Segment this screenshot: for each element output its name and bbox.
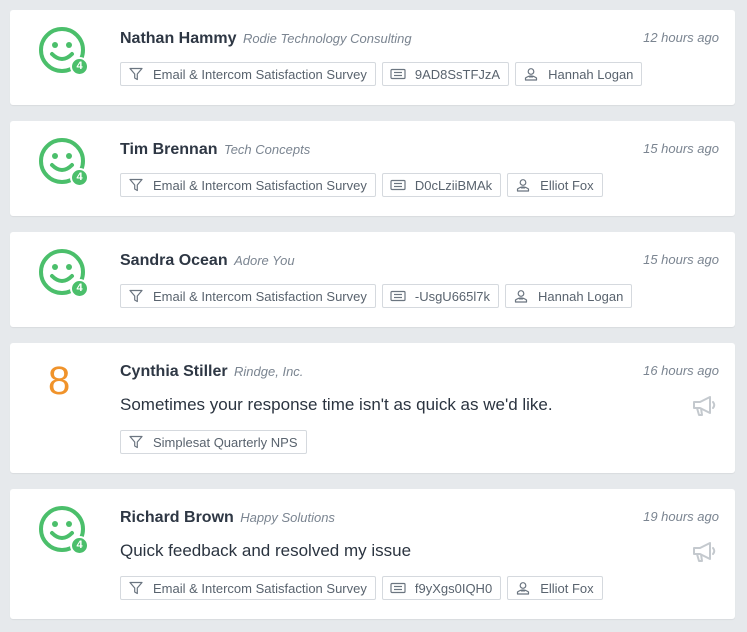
agent-name: Hannah Logan <box>538 288 624 304</box>
timestamp: 19 hours ago <box>643 509 719 524</box>
comment-text: Quick feedback and resolved my issue <box>120 541 412 560</box>
customer-name[interactable]: Sandra Ocean <box>120 252 228 269</box>
ticket-tag[interactable]: f9yXgs0IQH0 <box>381 576 502 600</box>
tag-list: Simplesat Quarterly NPS <box>120 430 307 454</box>
timestamp: 12 hours ago <box>643 30 719 45</box>
ticket-id: 9AD8SsTFJzA <box>414 66 501 82</box>
survey-tag[interactable]: Simplesat Quarterly NPS <box>120 430 307 454</box>
rating: 4 <box>38 137 92 191</box>
survey-name: Email & Intercom Satisfaction Survey <box>153 66 367 82</box>
rating-badge: 4 <box>70 279 89 298</box>
agent-tag[interactable]: Elliot Fox <box>507 576 603 600</box>
survey-tag[interactable]: Email & Intercom Satisfaction Survey <box>120 284 376 308</box>
ticket-id: -UsgU665l7k <box>414 288 491 304</box>
response-feed: 4 Nathan Hammy Rodie Technology Consulti… <box>0 0 747 632</box>
survey-name: Email & Intercom Satisfaction Survey <box>153 177 367 193</box>
survey-tag[interactable]: Email & Intercom Satisfaction Survey <box>120 62 376 86</box>
agent-name: Elliot Fox <box>540 580 594 596</box>
ticket-icon <box>390 580 406 596</box>
company-name: Rodie Technology Consulting <box>242 31 412 46</box>
survey-tag[interactable]: Email & Intercom Satisfaction Survey <box>120 173 376 197</box>
survey-name: Simplesat Quarterly NPS <box>153 434 298 450</box>
timestamp: 15 hours ago <box>643 141 719 156</box>
comment-text: Sometimes your response time isn't as qu… <box>120 395 553 414</box>
rating: 4 <box>38 505 92 559</box>
customer-name[interactable]: Cynthia Stiller <box>120 363 228 380</box>
customer-name[interactable]: Tim Brennan <box>120 141 218 158</box>
filter-icon <box>128 434 144 450</box>
agent-name: Elliot Fox <box>540 177 594 193</box>
timestamp: 16 hours ago <box>643 363 719 378</box>
megaphone-icon[interactable] <box>691 541 717 563</box>
rating-badge: 4 <box>70 57 89 76</box>
filter-icon <box>128 177 144 193</box>
respondent: Nathan Hammy Rodie Technology Consulting <box>120 30 412 48</box>
nps-score: 8 <box>48 359 71 403</box>
filter-icon <box>128 66 144 82</box>
company-name: Rindge, Inc. <box>234 364 304 379</box>
agent-tag[interactable]: Elliot Fox <box>507 173 603 197</box>
ticket-id: D0cLziiBMAk <box>414 177 493 193</box>
tag-list: Email & Intercom Satisfaction Survey -Us… <box>120 284 633 308</box>
company-name: Adore You <box>234 253 295 268</box>
response-card[interactable]: 4 Tim Brennan Tech Concepts 15 hours ago… <box>10 121 735 216</box>
customer-name[interactable]: Nathan Hammy <box>120 30 236 47</box>
ticket-tag[interactable]: -UsgU665l7k <box>381 284 500 308</box>
tag-list: Email & Intercom Satisfaction Survey f9y… <box>120 576 603 600</box>
rating-badge: 4 <box>70 168 89 187</box>
agent-icon <box>523 66 539 82</box>
filter-icon <box>128 580 144 596</box>
response-card[interactable]: 4 Sandra Ocean Adore You 15 hours ago Em… <box>10 232 735 327</box>
agent-icon <box>515 177 531 193</box>
respondent: Cynthia Stiller Rindge, Inc. <box>120 363 303 381</box>
ticket-icon <box>390 288 406 304</box>
respondent: Tim Brennan Tech Concepts <box>120 141 310 159</box>
response-card[interactable]: 8 Cynthia Stiller Rindge, Inc. 16 hours … <box>10 343 735 473</box>
respondent: Richard Brown Happy Solutions <box>120 509 335 527</box>
response-card[interactable]: 4 Richard Brown Happy Solutions 19 hours… <box>10 489 735 619</box>
agent-icon <box>513 288 529 304</box>
ticket-tag[interactable]: D0cLziiBMAk <box>381 173 502 197</box>
survey-tag[interactable]: Email & Intercom Satisfaction Survey <box>120 576 376 600</box>
megaphone-icon[interactable] <box>691 395 717 417</box>
survey-name: Email & Intercom Satisfaction Survey <box>153 580 367 596</box>
ticket-icon <box>390 66 406 82</box>
survey-name: Email & Intercom Satisfaction Survey <box>153 288 367 304</box>
ticket-tag[interactable]: 9AD8SsTFJzA <box>381 62 510 86</box>
agent-tag[interactable]: Hannah Logan <box>515 62 643 86</box>
respondent: Sandra Ocean Adore You <box>120 252 295 270</box>
tag-list: Email & Intercom Satisfaction Survey 9AD… <box>120 62 643 86</box>
rating: 4 <box>38 26 92 80</box>
ticket-id: f9yXgs0IQH0 <box>414 580 493 596</box>
company-name: Tech Concepts <box>223 142 311 157</box>
response-card[interactable]: 4 Nathan Hammy Rodie Technology Consulti… <box>10 10 735 105</box>
rating-badge: 4 <box>70 536 89 555</box>
tag-list: Email & Intercom Satisfaction Survey D0c… <box>120 173 603 197</box>
rating: 4 <box>38 248 92 302</box>
agent-icon <box>515 580 531 596</box>
agent-tag[interactable]: Hannah Logan <box>505 284 633 308</box>
company-name: Happy Solutions <box>240 510 335 525</box>
ticket-icon <box>390 177 406 193</box>
timestamp: 15 hours ago <box>643 252 719 267</box>
filter-icon <box>128 288 144 304</box>
agent-name: Hannah Logan <box>548 66 634 82</box>
customer-name[interactable]: Richard Brown <box>120 509 234 526</box>
